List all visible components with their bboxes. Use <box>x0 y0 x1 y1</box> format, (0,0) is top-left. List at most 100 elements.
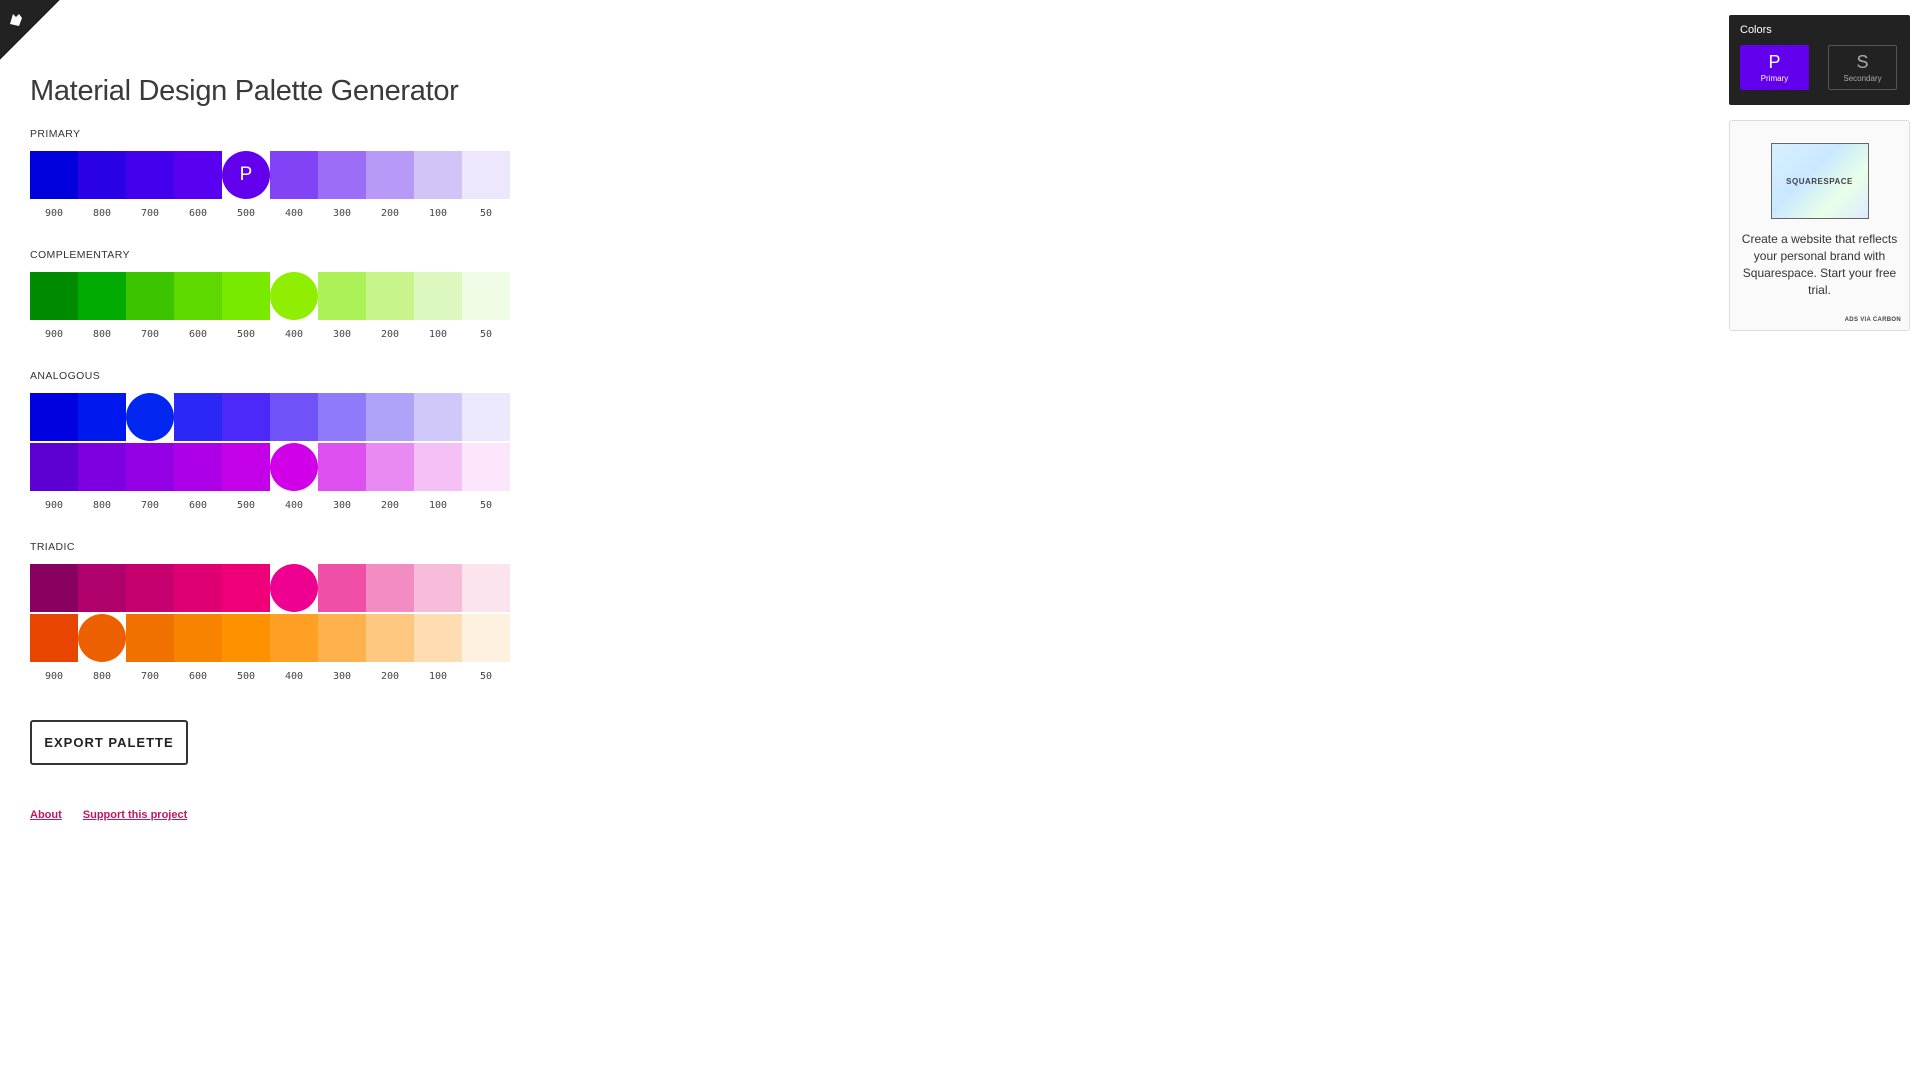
color-swatch[interactable] <box>414 614 462 662</box>
primary-color-button[interactable]: P Primary <box>1740 45 1809 90</box>
color-swatch[interactable] <box>174 151 222 199</box>
color-swatch[interactable] <box>126 443 174 491</box>
about-link[interactable]: About <box>30 809 62 821</box>
shade-label: 100 <box>428 208 448 219</box>
color-swatch[interactable] <box>366 393 414 441</box>
shade-label: 600 <box>188 500 208 511</box>
carbon-ad[interactable]: SQUARESPACE Create a website that reflec… <box>1729 120 1910 331</box>
color-swatch[interactable] <box>366 564 414 612</box>
primary-letter: P <box>1768 51 1781 72</box>
palette-row: P <box>30 151 510 199</box>
shade-label: 600 <box>188 208 208 219</box>
github-corner-link[interactable] <box>0 0 60 60</box>
shade-label: 900 <box>44 500 64 511</box>
color-swatch[interactable] <box>462 393 510 441</box>
support-project-link[interactable]: Support this project <box>83 809 188 821</box>
color-swatch[interactable] <box>30 151 78 199</box>
color-swatch[interactable] <box>174 272 222 320</box>
color-swatch[interactable] <box>462 443 510 491</box>
color-swatch[interactable] <box>414 393 462 441</box>
color-swatch[interactable] <box>126 272 174 320</box>
selected-color-swatch[interactable] <box>78 614 126 662</box>
color-swatch[interactable] <box>126 614 174 662</box>
shade-label: 300 <box>332 208 352 219</box>
color-swatch[interactable] <box>30 443 78 491</box>
shade-label: 600 <box>188 671 208 682</box>
color-picker-panel: Colors P Primary S Secondary <box>1729 15 1910 105</box>
palette-row <box>30 564 510 612</box>
color-swatch[interactable] <box>366 614 414 662</box>
color-swatch[interactable] <box>270 614 318 662</box>
color-swatch[interactable] <box>174 614 222 662</box>
color-swatch[interactable] <box>270 151 318 199</box>
palette-rows: P <box>30 151 510 199</box>
color-swatch[interactable] <box>318 393 366 441</box>
primary-section: PRIMARY P 900 800 700 600 500 400 300 200 100 50 <box>30 127 510 221</box>
color-swatch[interactable] <box>270 393 318 441</box>
color-swatch[interactable] <box>78 151 126 199</box>
color-swatch[interactable] <box>126 564 174 612</box>
palette-rows <box>30 393 510 491</box>
color-swatch[interactable] <box>78 443 126 491</box>
shade-labels: 900 800 700 600 500 400 300 200 100 50 <box>30 499 510 513</box>
ads-via-carbon-link[interactable]: ADS VIA CARBON <box>1845 317 1901 323</box>
color-swatch[interactable] <box>30 614 78 662</box>
ad-image[interactable]: SQUARESPACE <box>1770 143 1869 219</box>
color-swatch[interactable] <box>30 393 78 441</box>
color-swatch[interactable] <box>222 443 270 491</box>
color-swatch[interactable] <box>30 564 78 612</box>
color-swatch[interactable] <box>414 151 462 199</box>
color-swatch[interactable] <box>78 272 126 320</box>
color-swatch[interactable] <box>174 393 222 441</box>
secondary-letter: S <box>1856 51 1869 72</box>
selected-color-swatch[interactable] <box>270 564 318 612</box>
palette-row <box>30 393 510 441</box>
color-swatch[interactable] <box>414 564 462 612</box>
color-swatch[interactable] <box>318 151 366 199</box>
shade-label: 50 <box>479 329 493 340</box>
shade-label: 400 <box>284 329 304 340</box>
color-swatch[interactable] <box>30 272 78 320</box>
section-title: COMPLEMENTARY <box>30 249 130 261</box>
color-swatch[interactable] <box>174 443 222 491</box>
color-swatch[interactable] <box>222 272 270 320</box>
color-swatch[interactable] <box>126 151 174 199</box>
shade-label: 200 <box>380 329 400 340</box>
analogous-section: ANALOGOUS 900 800 700 600 500 400 300 200 100 50 <box>30 369 510 513</box>
color-swatch[interactable] <box>366 151 414 199</box>
color-swatch[interactable] <box>366 443 414 491</box>
shade-label: 100 <box>428 329 448 340</box>
selected-color-swatch[interactable] <box>126 393 174 441</box>
secondary-color-button[interactable]: S Secondary <box>1828 45 1897 90</box>
color-swatch[interactable] <box>462 272 510 320</box>
shade-label: 700 <box>140 671 160 682</box>
color-swatch[interactable] <box>414 272 462 320</box>
color-swatch[interactable] <box>318 564 366 612</box>
shade-label: 600 <box>188 329 208 340</box>
color-swatch[interactable] <box>462 614 510 662</box>
color-swatch[interactable] <box>78 393 126 441</box>
color-swatch[interactable] <box>222 614 270 662</box>
palette-row <box>30 443 510 491</box>
shade-label: 900 <box>44 671 64 682</box>
color-swatch[interactable] <box>318 614 366 662</box>
color-swatch[interactable] <box>222 564 270 612</box>
selected-color-swatch[interactable] <box>270 272 318 320</box>
shade-label: 400 <box>284 208 304 219</box>
color-swatch[interactable] <box>78 564 126 612</box>
shade-label: 400 <box>284 500 304 511</box>
export-palette-button[interactable]: EXPORT PALETTE <box>30 720 188 765</box>
color-swatch[interactable] <box>414 443 462 491</box>
color-swatch[interactable] <box>222 393 270 441</box>
color-swatch[interactable] <box>462 564 510 612</box>
color-swatch[interactable] <box>462 151 510 199</box>
color-swatch[interactable] <box>366 272 414 320</box>
selected-color-swatch[interactable] <box>270 443 318 491</box>
color-swatch[interactable] <box>174 564 222 612</box>
shade-labels: 900 800 700 600 500 400 300 200 100 50 <box>30 328 510 342</box>
color-swatch[interactable] <box>318 443 366 491</box>
ad-text[interactable]: Create a website that reflects your pers… <box>1738 231 1901 299</box>
color-swatch[interactable] <box>318 272 366 320</box>
picker-buttons: P Primary S Secondary <box>1740 45 1899 90</box>
selected-color-swatch[interactable]: P <box>222 151 270 199</box>
